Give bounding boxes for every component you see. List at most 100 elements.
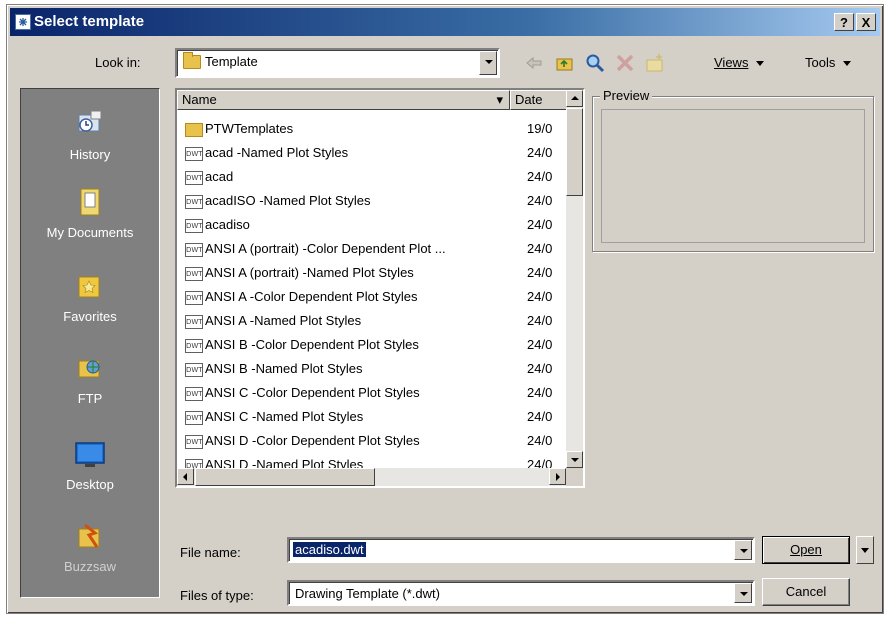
dwt-file-icon: DWT bbox=[185, 242, 203, 257]
tools-label: Tools bbox=[805, 55, 836, 70]
look-in-dropdown-button[interactable] bbox=[479, 51, 497, 75]
desktop-icon bbox=[75, 442, 105, 467]
file-row[interactable]: DWT ANSI A (portrait) -Color Dependent Pl… bbox=[185, 238, 446, 260]
file-date: 24/0 bbox=[527, 241, 553, 256]
place-label: My Documents bbox=[46, 225, 134, 240]
place-label: History bbox=[69, 147, 111, 162]
file-date: 24/0 bbox=[527, 145, 553, 160]
delete-icon[interactable] bbox=[614, 52, 636, 74]
look-in-combo[interactable]: Template bbox=[175, 48, 500, 78]
place-history[interactable]: History bbox=[21, 107, 159, 162]
dwt-file-icon: DWT bbox=[185, 170, 203, 185]
file-date: 19/0 bbox=[527, 121, 553, 136]
place-label: FTP bbox=[77, 391, 103, 406]
ftp-icon bbox=[78, 360, 100, 378]
close-button[interactable]: X bbox=[856, 13, 876, 31]
file-date: 24/0 bbox=[527, 217, 553, 232]
file-name-label: File name: bbox=[180, 545, 241, 560]
look-in-label: Look in: bbox=[95, 55, 141, 70]
views-menu[interactable]: Views bbox=[714, 55, 765, 70]
cancel-button[interactable]: Cancel bbox=[762, 578, 850, 606]
file-row[interactable]: DWT ANSI C -Named Plot Styles bbox=[185, 406, 363, 428]
dwt-file-icon: DWT bbox=[185, 218, 203, 233]
place-buzzsaw[interactable]: Buzzsaw bbox=[21, 519, 159, 574]
file-row[interactable]: DWT acadiso bbox=[185, 214, 250, 236]
column-header-name[interactable]: Name ▾ bbox=[177, 90, 510, 110]
folder-icon bbox=[185, 122, 203, 137]
open-options-button[interactable] bbox=[856, 536, 874, 564]
file-date: 24/0 bbox=[527, 433, 553, 448]
vertical-scrollbar[interactable] bbox=[566, 90, 583, 468]
place-ftp[interactable]: FTP bbox=[21, 351, 159, 406]
app-icon bbox=[15, 14, 31, 30]
place-favorites[interactable]: Favorites bbox=[21, 269, 159, 324]
place-label: Favorites bbox=[63, 309, 117, 324]
dwt-file-icon: DWT bbox=[185, 146, 203, 161]
file-list[interactable]: Name ▾ Date PTWTemplates 19/0 DWT acad -N… bbox=[175, 88, 585, 488]
file-name-input[interactable]: acadiso.dwt bbox=[287, 537, 755, 563]
file-type-combo[interactable]: Drawing Template (*.dwt) bbox=[287, 580, 755, 606]
dwt-file-icon: DWT bbox=[185, 386, 203, 401]
open-button[interactable]: Open bbox=[762, 536, 850, 564]
scroll-right-button[interactable] bbox=[549, 468, 566, 485]
dwt-file-icon: DWT bbox=[185, 338, 203, 353]
chevron-down-icon bbox=[843, 61, 852, 67]
look-in-value: Template bbox=[205, 54, 258, 69]
file-row[interactable]: DWT ANSI D -Color Dependent Plot Styles bbox=[185, 430, 420, 452]
file-row[interactable]: DWT ANSI C -Color Dependent Plot Styles bbox=[185, 382, 420, 404]
place-my-documents[interactable]: My Documents bbox=[21, 185, 159, 240]
file-type-value: Drawing Template (*.dwt) bbox=[295, 586, 440, 601]
place-desktop[interactable]: Desktop bbox=[21, 437, 159, 492]
file-date: 24/0 bbox=[527, 337, 553, 352]
file-row[interactable]: PTWTemplates bbox=[185, 118, 293, 140]
file-row[interactable]: DWT ANSI B -Color Dependent Plot Styles bbox=[185, 334, 419, 356]
history-icon bbox=[78, 110, 102, 132]
file-row[interactable]: DWT acad bbox=[185, 166, 233, 188]
dwt-file-icon: DWT bbox=[185, 266, 203, 281]
chevron-down-icon: ▾ bbox=[496, 92, 503, 107]
scroll-left-button[interactable] bbox=[177, 468, 194, 485]
file-date: 24/0 bbox=[527, 193, 553, 208]
up-folder-icon[interactable] bbox=[554, 52, 576, 74]
file-date: 24/0 bbox=[527, 361, 553, 376]
file-row[interactable]: DWT acad -Named Plot Styles bbox=[185, 142, 348, 164]
file-name-value: acadiso.dwt bbox=[293, 542, 366, 557]
preview-frame bbox=[592, 96, 874, 252]
dwt-file-icon: DWT bbox=[185, 290, 203, 305]
scroll-corner bbox=[566, 468, 583, 486]
file-row[interactable]: DWT ANSI A -Named Plot Styles bbox=[185, 310, 361, 332]
file-row[interactable]: DWT ANSI B -Named Plot Styles bbox=[185, 358, 363, 380]
my-documents-icon bbox=[80, 188, 100, 216]
horizontal-scrollbar[interactable] bbox=[177, 468, 566, 486]
window-title: Select template bbox=[34, 13, 145, 30]
back-icon[interactable] bbox=[523, 52, 545, 74]
horizontal-scroll-thumb[interactable] bbox=[195, 468, 375, 486]
help-button[interactable]: ? bbox=[834, 13, 854, 31]
preview-area bbox=[601, 109, 865, 243]
preview-label: Preview bbox=[600, 88, 653, 103]
create-folder-icon[interactable] bbox=[644, 52, 666, 74]
favorites-icon bbox=[78, 276, 100, 298]
file-date: 24/0 bbox=[527, 169, 553, 184]
chevron-down-icon bbox=[756, 61, 765, 67]
vertical-scroll-thumb[interactable] bbox=[566, 108, 583, 196]
file-type-dropdown-button[interactable] bbox=[734, 583, 752, 603]
dwt-file-icon: DWT bbox=[185, 194, 203, 209]
file-name-dropdown-button[interactable] bbox=[734, 540, 752, 560]
scroll-down-button[interactable] bbox=[566, 451, 583, 468]
file-date: 24/0 bbox=[527, 409, 553, 424]
tools-menu[interactable]: Tools bbox=[805, 55, 852, 70]
search-web-icon[interactable] bbox=[584, 52, 606, 74]
places-bar: History My Documents Favorites FTP Deskt… bbox=[20, 88, 160, 598]
place-label: Desktop bbox=[66, 477, 114, 492]
file-row[interactable]: DWT ANSI A -Color Dependent Plot Styles bbox=[185, 286, 417, 308]
title-bar: Select template ? X bbox=[10, 8, 880, 36]
scroll-up-button[interactable] bbox=[566, 90, 583, 107]
column-header-date[interactable]: Date bbox=[510, 90, 570, 110]
dwt-file-icon: DWT bbox=[185, 362, 203, 377]
file-date: 24/0 bbox=[527, 289, 553, 304]
file-row[interactable]: DWT ANSI A (portrait) -Named Plot Styles bbox=[185, 262, 414, 284]
dwt-file-icon: DWT bbox=[185, 434, 203, 449]
file-row[interactable]: DWT acadISO -Named Plot Styles bbox=[185, 190, 370, 212]
buzzsaw-icon bbox=[78, 523, 100, 548]
